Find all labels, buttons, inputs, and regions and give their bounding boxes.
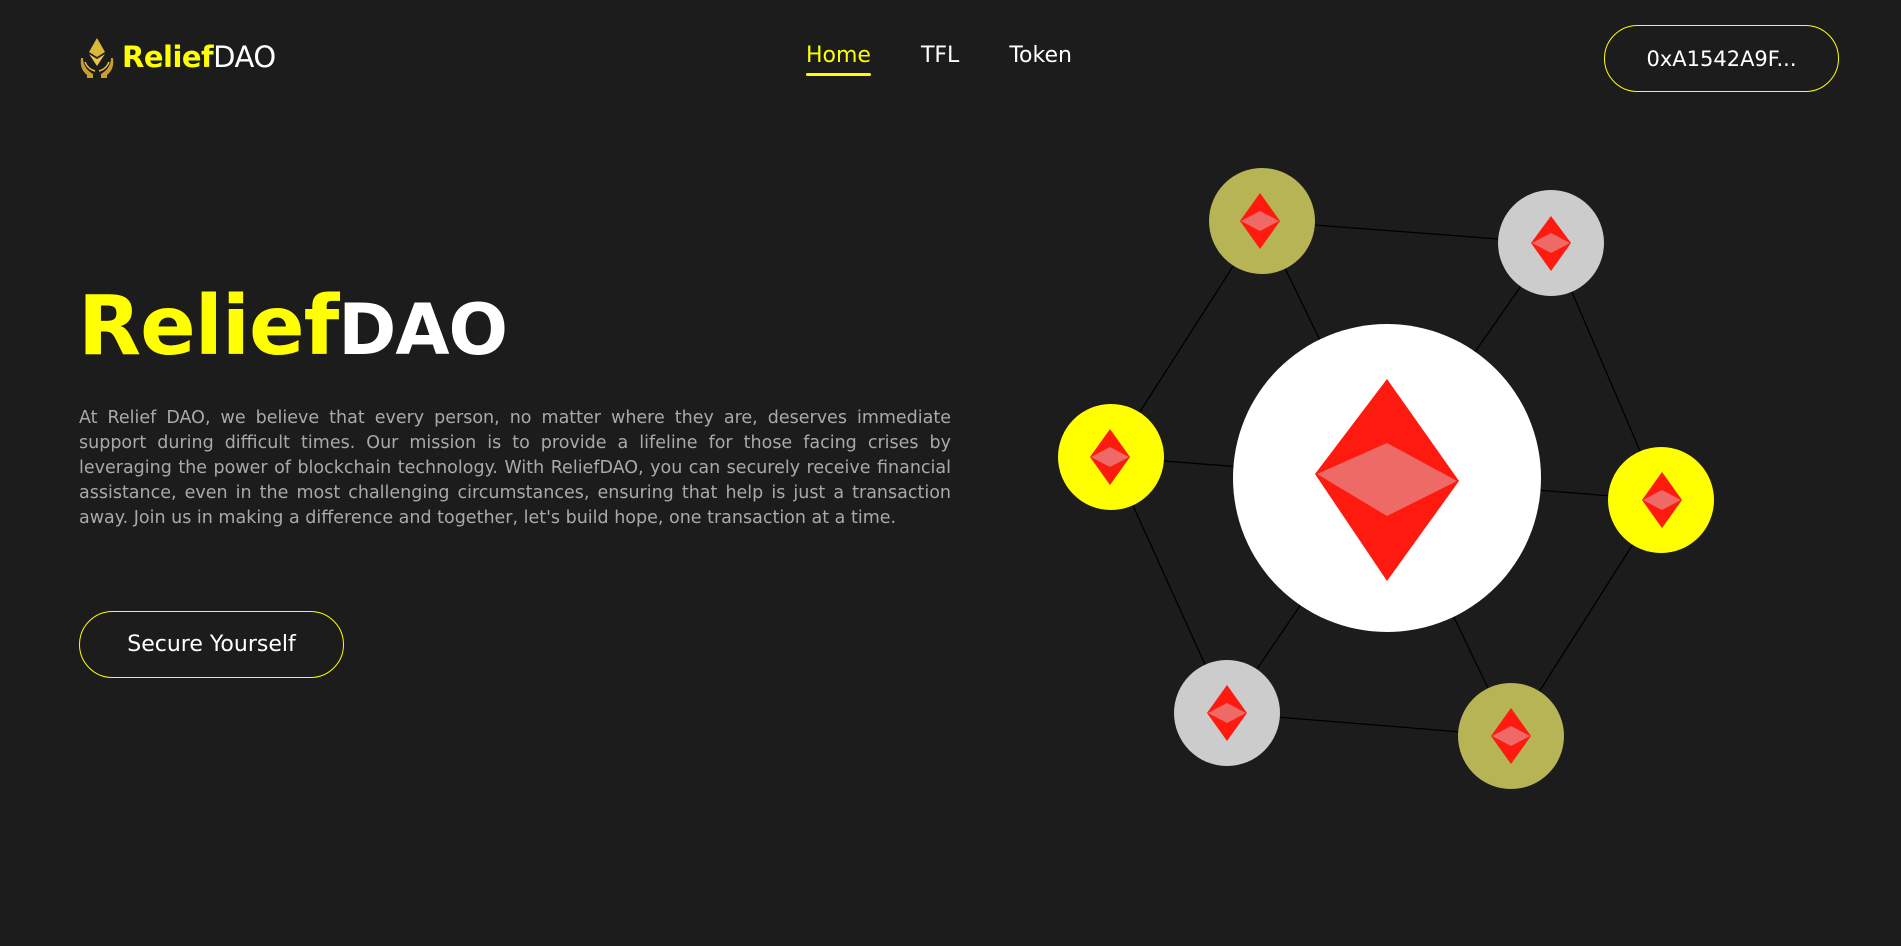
center-node — [1233, 324, 1541, 632]
node-top-left-olive — [1209, 168, 1315, 274]
node-bottom-left-gray — [1174, 660, 1280, 766]
node-bottom-right-olive — [1458, 683, 1564, 789]
node-top-right-gray — [1498, 190, 1604, 296]
ethereum-network-illustration — [1058, 168, 1714, 789]
landing-page: ReliefDAO Home TFL Token 0xA1542A9F... R… — [0, 0, 1901, 946]
node-right-yellow — [1608, 447, 1714, 553]
node-left-yellow — [1058, 404, 1164, 510]
